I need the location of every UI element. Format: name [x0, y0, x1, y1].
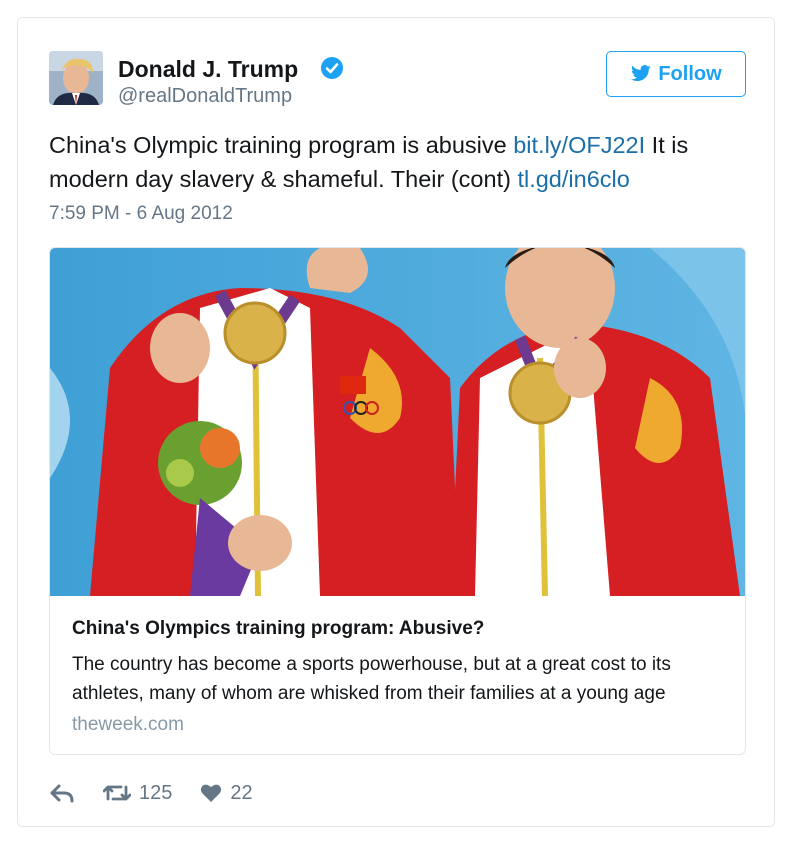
twitter-bird-icon [631, 65, 652, 82]
tweet-link-1[interactable]: bit.ly/OFJ22I [513, 132, 645, 158]
heart-icon [201, 784, 222, 802]
reply-button[interactable] [49, 783, 75, 803]
card-domain[interactable]: theweek.com [72, 714, 184, 736]
retweet-button[interactable]: 125 [103, 782, 172, 805]
tweet-timestamp[interactable]: 7:59 PM - 6 Aug 2012 [49, 203, 233, 225]
like-button[interactable]: 22 [200, 781, 253, 805]
tweet-text: China's Olympic training program is abus… [49, 128, 749, 196]
verified-badge-icon [321, 57, 343, 79]
avatar[interactable] [49, 51, 103, 105]
tweet-card: Donald J. Trump @realDonaldTrump Follow … [17, 17, 775, 827]
display-name[interactable]: Donald J. Trump [118, 56, 298, 83]
tweet-text-part: China's Olympic training program is abus… [49, 132, 514, 158]
card-description: The country has become a sports powerhou… [72, 654, 671, 704]
retweet-count: 125 [139, 781, 173, 804]
tweet-actions: 125 22 [49, 778, 253, 808]
card-image [50, 248, 745, 596]
reply-icon [50, 784, 74, 803]
retweet-icon [103, 785, 131, 801]
tweet-link-2[interactable]: tl.gd/in6clo [517, 166, 629, 192]
user-handle[interactable]: @realDonaldTrump [118, 85, 292, 108]
avatar-photo [49, 51, 103, 105]
follow-button[interactable]: Follow [606, 51, 746, 97]
link-card[interactable]: China's Olympics training program: Abusi… [49, 247, 746, 755]
follow-label: Follow [658, 62, 722, 85]
card-title[interactable]: China's Olympics training program: Abusi… [72, 618, 484, 640]
like-count: 22 [230, 781, 253, 804]
